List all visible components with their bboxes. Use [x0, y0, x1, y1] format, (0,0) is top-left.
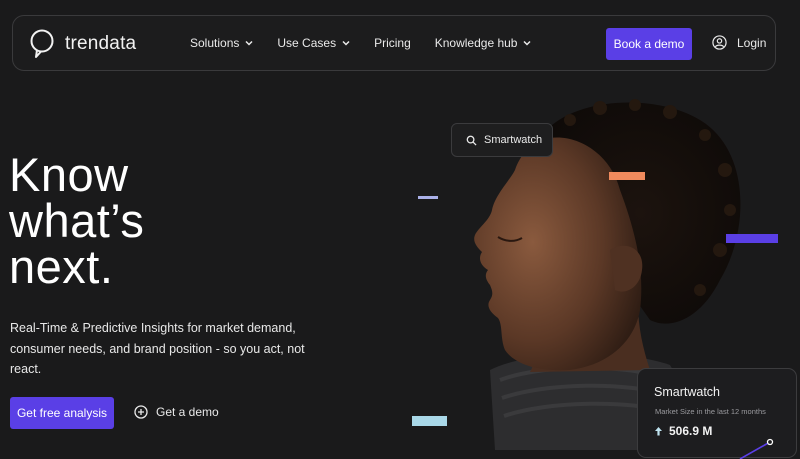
- login-link[interactable]: Login: [712, 35, 766, 50]
- plus-circle-icon: [134, 405, 148, 419]
- chevron-down-icon: [523, 40, 532, 46]
- top-nav: trendata Solutions Use Cases Pricing Kno…: [12, 15, 776, 71]
- chevron-down-icon: [245, 40, 253, 46]
- brand-logo[interactable]: trendata: [29, 29, 136, 59]
- search-icon: [466, 135, 477, 146]
- headline-line: next.: [9, 240, 114, 293]
- hero-subtext: Real-Time & Predictive Insights for mark…: [10, 321, 305, 376]
- hero-headline: Know what’s next.: [9, 148, 145, 293]
- nav-item-label: Solutions: [190, 36, 240, 50]
- headline-line: Know: [9, 148, 129, 201]
- card-value: 506.9 M: [669, 424, 713, 438]
- speech-bubble-logo-icon: [30, 29, 54, 58]
- user-circle-icon: [712, 35, 727, 50]
- get-demo-link[interactable]: Get a demo: [134, 405, 219, 419]
- nav-item-label: Knowledge hub: [434, 36, 518, 50]
- get-demo-label: Get a demo: [156, 405, 219, 419]
- decor-bar-purple: [726, 234, 778, 243]
- nav-item-knowledge-hub[interactable]: Knowledge hub: [435, 36, 532, 50]
- nav-item-pricing[interactable]: Pricing: [374, 36, 411, 50]
- brand-name: trendata: [65, 33, 137, 54]
- card-subtitle: Market Size in the last 12 months: [655, 407, 766, 416]
- decor-bar-lightblue: [412, 416, 447, 426]
- nav-item-use-cases[interactable]: Use Cases: [277, 36, 350, 50]
- nav-item-solutions[interactable]: Solutions: [190, 36, 253, 50]
- get-free-analysis-button[interactable]: Get free analysis: [10, 397, 114, 429]
- decor-bar-orange: [609, 172, 645, 180]
- login-label: Login: [737, 35, 767, 50]
- nav-item-label: Use Cases: [277, 36, 337, 50]
- main-menu: Solutions Use Cases Pricing Knowledge hu…: [190, 36, 532, 50]
- card-title: Smartwatch: [654, 385, 720, 399]
- trend-sparkline: [739, 438, 774, 459]
- search-chip[interactable]: Smartwatch: [451, 123, 553, 157]
- headline-line: what’s: [9, 194, 145, 247]
- market-size-card: Smartwatch Market Size in the last 12 mo…: [637, 368, 797, 459]
- card-value-row: 506.9 M: [654, 424, 712, 438]
- arrow-up-icon: [655, 427, 662, 436]
- book-demo-button[interactable]: Book a demo: [606, 28, 692, 60]
- decor-bar-lavender: [418, 196, 438, 199]
- nav-item-label: Pricing: [374, 36, 411, 50]
- chevron-down-icon: [342, 40, 350, 46]
- search-chip-label: Smartwatch: [484, 134, 543, 146]
